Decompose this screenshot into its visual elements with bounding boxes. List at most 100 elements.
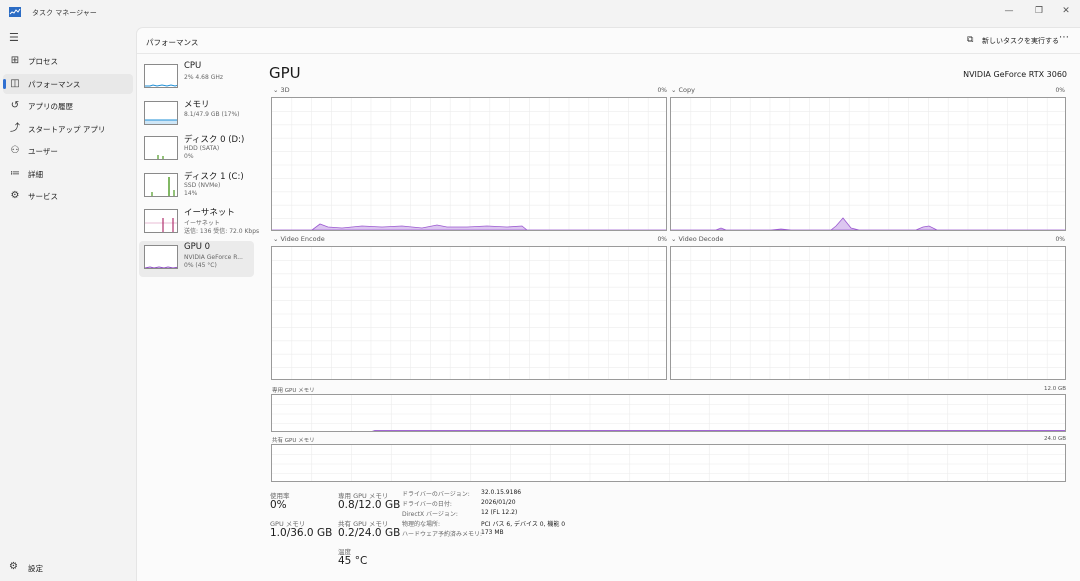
shared-memory-label: 共有 GPU メモリ [272, 438, 315, 444]
nav-item-label: スタートアップ アプリ [28, 125, 106, 134]
device-detail: NVIDIA GeForce R... [184, 254, 243, 261]
device-cpu[interactable]: CPU 2% 4.68 GHz [139, 60, 254, 96]
engine-3d-percent: 0% [657, 87, 667, 94]
gpu-model-name: NVIDIA GeForce RTX 3060 [963, 70, 1067, 79]
utilization-value: 0% [270, 499, 287, 511]
dedicated-memory-graph [271, 394, 1066, 432]
engine-video-encode-graph [271, 246, 667, 380]
minimize-button[interactable]: — [995, 3, 1023, 19]
window-title: タスク マネージャー [32, 9, 97, 17]
page-title: パフォーマンス [146, 38, 199, 47]
run-task-label: 新しいタスクを実行する [982, 37, 1059, 45]
engine-video-encode-label[interactable]: ⌄ Video Encode [273, 235, 325, 243]
device-name: GPU 0 [184, 242, 211, 252]
driver-version-key: ドライバーのバージョン: [402, 491, 470, 498]
driver-version-value: 32.0.15.9186 [481, 489, 522, 496]
shared-memory-max: 24.0 GB [1043, 436, 1066, 442]
memory-thumbnail [144, 101, 178, 125]
device-detail: 2% 4.68 GHz [184, 74, 224, 81]
engine-3d-trace [272, 223, 666, 230]
device-ethernet[interactable]: イーサネット イーサネット 送信: 136 受信: 72.0 Kbps [139, 205, 259, 241]
device-disk-1[interactable]: ディスク 1 (C:) SSD (NVMe) 14% [139, 169, 254, 205]
task-manager-icon [9, 7, 21, 17]
disk-1-thumbnail [144, 173, 178, 197]
nav-item-label: サービス [28, 192, 58, 201]
nav-item-startup[interactable]: ⤴ スタートアップ アプリ [3, 119, 133, 139]
directx-version-value: 12 (FL 12.2) [481, 509, 518, 516]
close-button[interactable]: ✕ [1052, 3, 1080, 19]
title-bar: タスク マネージャー — ❐ ✕ [0, 0, 1080, 24]
history-icon: ↺ [10, 100, 20, 111]
run-task-icon: ⧉ [967, 35, 974, 45]
nav-item-services[interactable]: ⚙ サービス [3, 186, 133, 206]
restore-button[interactable]: ❐ [1025, 3, 1053, 19]
nav-item-performance[interactable]: ◫ パフォーマンス [3, 74, 133, 94]
engine-3d-graph [271, 97, 667, 231]
nav-item-label: プロセス [28, 57, 58, 66]
engine-copy-trace [671, 217, 1065, 230]
dedicated-memory-max: 12.0 GB [1043, 386, 1066, 392]
nav-item-label: 詳細 [28, 170, 43, 179]
shared-stat-value: 0.2/24.0 GB [338, 527, 401, 539]
nav-item-app-history[interactable]: ↺ アプリの履歴 [3, 96, 133, 116]
processes-icon: ⊞ [10, 55, 20, 66]
device-usage: 0% (45 °C) [184, 262, 217, 269]
engine-copy-percent: 0% [1055, 87, 1065, 94]
nav-item-label: ユーザー [28, 147, 58, 156]
content-panel: パフォーマンス ⧉ 新しいタスクを実行する ⋯ CPU 2% 4.68 GHz … [136, 27, 1080, 581]
nav-item-processes[interactable]: ⊞ プロセス [3, 51, 133, 71]
gpu-title: GPU [269, 64, 301, 82]
driver-date-value: 2026/01/20 [481, 499, 516, 506]
engine-video-decode-percent: 0% [1055, 236, 1065, 243]
driver-date-key: ドライバーの日付: [402, 501, 452, 508]
engine-3d-label[interactable]: ⌄ 3D [273, 86, 290, 94]
engine-copy-label[interactable]: ⌄ Copy [671, 86, 695, 94]
settings-label: 設定 [28, 564, 43, 573]
device-name: ディスク 0 (D:) [184, 135, 245, 145]
shared-memory-graph [271, 444, 1066, 482]
menu-toggle-button[interactable]: ☰ [9, 32, 19, 44]
device-name: メモリ [184, 100, 210, 110]
nav-item-label: パフォーマンス [28, 80, 81, 89]
device-usage: 14% [184, 190, 198, 197]
nav-item-label: アプリの履歴 [28, 102, 73, 111]
device-name: ディスク 1 (C:) [184, 172, 244, 182]
disk-0-thumbnail [144, 136, 178, 160]
device-disk-0[interactable]: ディスク 0 (D:) HDD (SATA) 0% [139, 132, 254, 168]
engine-video-decode-label[interactable]: ⌄ Video Decode [671, 235, 723, 243]
reserved-memory-key: ハードウェア予約済みメモリ: [402, 531, 483, 538]
reserved-memory-value: 173 MB [481, 529, 504, 536]
engine-video-encode-percent: 0% [657, 236, 667, 243]
physical-location-value: PCI バス 6, デバイス 0, 機能 0 [481, 521, 566, 528]
cpu-thumbnail [144, 64, 178, 88]
engine-copy-graph [670, 97, 1066, 231]
device-name: イーサネット [184, 208, 235, 218]
details-icon: ≔ [10, 168, 20, 179]
gear-icon: ⚙ [9, 561, 18, 572]
nav-item-details[interactable]: ≔ 詳細 [3, 164, 133, 184]
shared-memory-trace [272, 445, 1066, 482]
startup-icon: ⤴ [10, 123, 20, 134]
ethernet-thumbnail [144, 209, 178, 233]
users-icon: ⚇ [10, 145, 20, 156]
device-detail: HDD (SATA) [184, 145, 220, 152]
more-options-button[interactable]: ⋯ [1059, 32, 1069, 43]
device-name: CPU [184, 61, 202, 71]
directx-version-key: DirectX バージョン: [402, 511, 458, 518]
engine-video-decode-graph [670, 246, 1066, 380]
performance-icon: ◫ [10, 78, 20, 89]
header-divider [137, 53, 1080, 54]
dedicated-memory-trace [371, 430, 1065, 431]
gpu-memory-value: 1.0/36.0 GB [270, 527, 333, 539]
dedicated-memory-label: 専用 GPU メモリ [272, 388, 315, 394]
device-gpu-0[interactable]: GPU 0 NVIDIA GeForce R... 0% (45 °C) [139, 241, 254, 277]
temperature-value: 45 °C [338, 555, 368, 567]
device-detail: 8.1/47.9 GB (17%) [184, 111, 240, 118]
nav-item-users[interactable]: ⚇ ユーザー [3, 141, 133, 161]
device-usage: 送信: 136 受信: 72.0 Kbps [184, 228, 260, 235]
device-memory[interactable]: メモリ 8.1/47.9 GB (17%) [139, 97, 254, 133]
physical-location-key: 物理的な場所: [402, 521, 441, 528]
device-detail: SSD (NVMe) [184, 182, 221, 189]
gpu-0-thumbnail [144, 245, 178, 269]
dedicated-stat-value: 0.8/12.0 GB [338, 499, 401, 511]
